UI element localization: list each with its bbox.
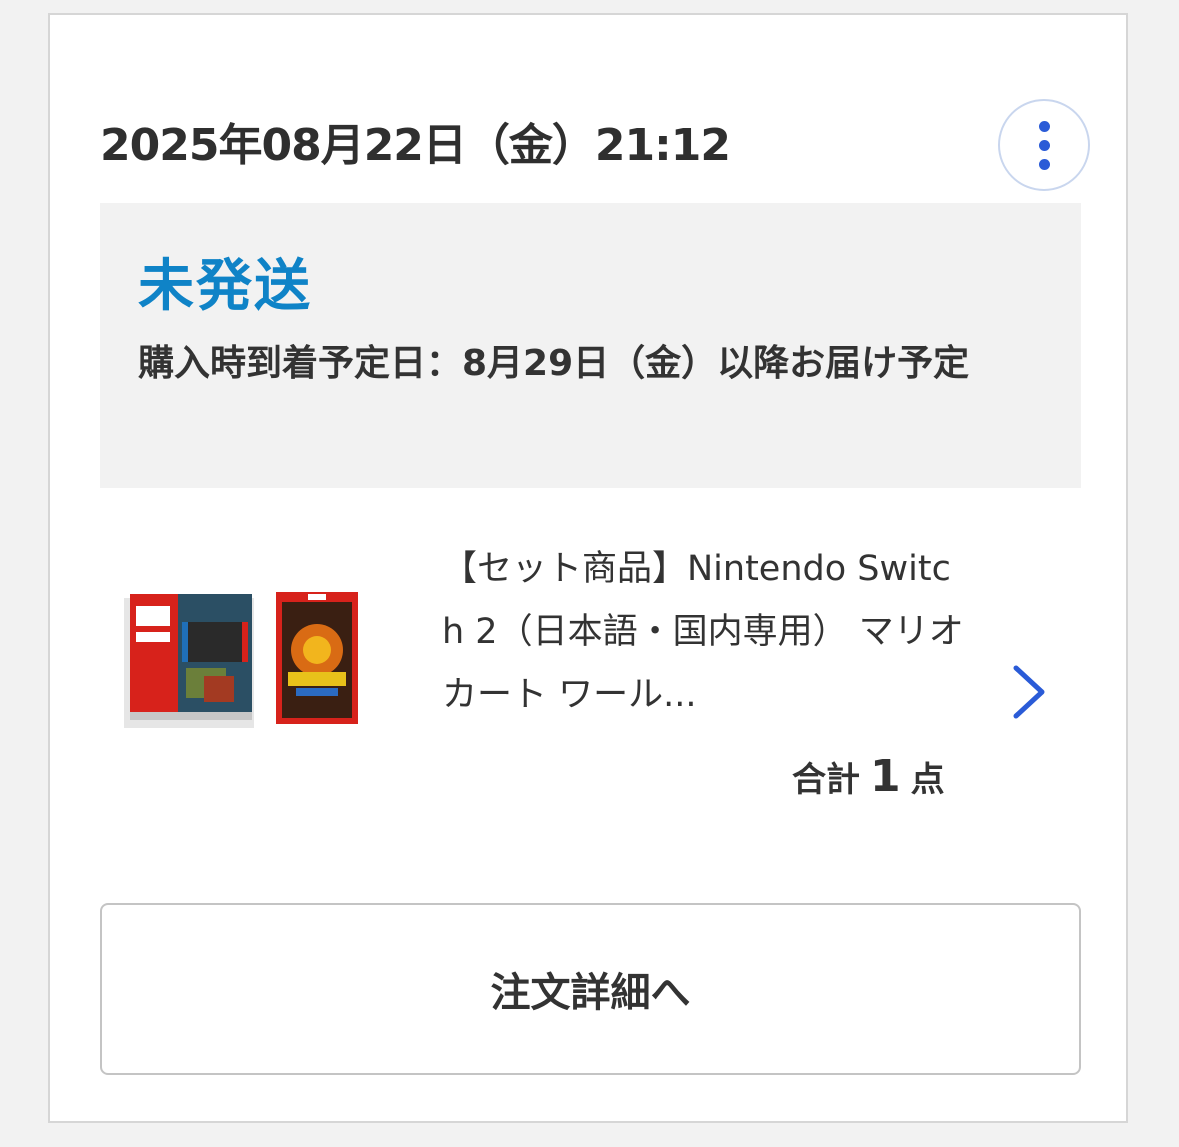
product-thumbnail	[124, 592, 358, 728]
order-card: 2025年08月22日（金）21:12 未発送 購入時到着予定日：8月29日（金…	[48, 13, 1128, 1123]
more-options-button[interactable]	[998, 99, 1090, 191]
estimated-delivery: 購入時到着予定日：8月29日（金）以降お届け予定	[138, 343, 970, 384]
product-name: 【セット商品】Nintendo Switch 2（日本語・国内専用） マリオカー…	[442, 549, 964, 715]
total-prefix: 合計	[792, 760, 860, 800]
shipping-status-panel: 未発送 購入時到着予定日：8月29日（金）以降お届け予定	[100, 203, 1081, 488]
more-vertical-icon	[1038, 120, 1050, 132]
total-count: 1	[870, 751, 901, 802]
order-detail-button[interactable]: 注文詳細へ	[100, 903, 1081, 1075]
more-vertical-icon-dot	[1038, 139, 1050, 151]
chevron-right-icon[interactable]	[1008, 662, 1050, 722]
product-item[interactable]: 【セット商品】Nintendo Switch 2（日本語・国内専用） マリオカー…	[100, 520, 1081, 735]
item-total: 合計 1 点	[792, 751, 945, 802]
order-datetime: 2025年08月22日（金）21:12	[100, 120, 731, 171]
more-vertical-icon-dot	[1038, 158, 1050, 170]
total-suffix: 点	[910, 760, 945, 800]
shipping-status: 未発送	[138, 254, 312, 319]
